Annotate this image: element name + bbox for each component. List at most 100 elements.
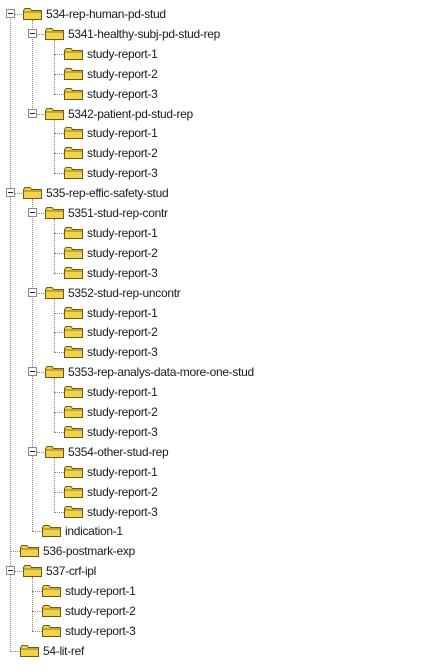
collapse-toggle-icon[interactable]	[28, 367, 37, 377]
tree-node-study-report-1[interactable]: study-report-1	[0, 384, 425, 400]
tree-node-label[interactable]: study-report-1	[87, 47, 158, 62]
tree-node-label[interactable]: 5351-stud-rep-contr	[68, 206, 168, 221]
folder-icon	[64, 87, 83, 100]
folder-icon	[64, 127, 83, 140]
folder-icon	[45, 445, 64, 458]
tree-node-study-report-1[interactable]: study-report-1	[0, 583, 425, 599]
folder-icon	[64, 386, 83, 399]
folder-icon	[64, 406, 83, 418]
tree-node-study-report-3[interactable]: study-report-3	[0, 424, 425, 440]
folder-icon	[23, 187, 42, 200]
tree-node-label[interactable]: study-report-3	[87, 505, 158, 520]
collapse-toggle-icon[interactable]	[28, 28, 37, 38]
folder-icon	[64, 485, 83, 498]
tree-node-label[interactable]: indication-1	[65, 524, 123, 539]
tree-node-label[interactable]: 537-crf-ipl	[46, 564, 96, 579]
tree-node-label[interactable]: 5354-other-stud-rep	[68, 445, 169, 460]
tree-node-study-report-3[interactable]: study-report-3	[0, 86, 425, 102]
tree-node-label[interactable]: study-report-1	[87, 126, 158, 141]
tree-node-label[interactable]: study-report-2	[87, 146, 158, 161]
folder-icon	[64, 167, 83, 180]
tree-node-label[interactable]: study-report-1	[87, 465, 158, 480]
tree-node-label[interactable]: 5341-healthy-subj-pd-stud-rep	[68, 27, 220, 42]
tree-node-label[interactable]: study-report-2	[65, 604, 136, 619]
tree-node-5342-patient-pd-stud-rep[interactable]: 5342-patient-pd-stud-rep	[0, 106, 425, 122]
folder-icon	[45, 286, 64, 299]
tree-node-label[interactable]: study-report-3	[65, 624, 136, 639]
collapse-toggle-icon[interactable]	[28, 208, 37, 217]
folder-tree: 534-rep-human-pd-stud 5341-healthy-subj-p…	[0, 0, 425, 672]
folder-icon	[64, 425, 83, 438]
tree-node-label[interactable]: study-report-2	[87, 485, 158, 500]
collapse-toggle-icon[interactable]	[28, 446, 37, 456]
folder-icon	[64, 67, 83, 80]
tree-node-study-report-1[interactable]: study-report-1	[0, 464, 425, 480]
tree-node-label[interactable]: study-report-1	[87, 385, 158, 400]
tree-node-study-report-1[interactable]: study-report-1	[0, 125, 425, 141]
tree-node-label[interactable]: study-report-2	[87, 67, 158, 82]
tree-node-536-postmark-exp[interactable]: 536-postmark-exp	[0, 543, 425, 559]
tree-node-study-report-3[interactable]: study-report-3	[0, 165, 425, 181]
tree-node-label[interactable]: 54-lit-ref	[43, 644, 84, 659]
tree-node-study-report-3[interactable]: study-report-3	[0, 344, 425, 360]
tree-node-label[interactable]: study-report-3	[87, 87, 158, 102]
tree-node-5341-healthy-subj-pd-stud-rep[interactable]: 5341-healthy-subj-pd-stud-rep	[0, 26, 425, 42]
tree-node-label[interactable]: study-report-3	[87, 425, 158, 440]
folder-icon	[20, 644, 39, 657]
tree-node-label[interactable]: 5352-stud-rep-uncontr	[68, 286, 181, 301]
folder-icon	[45, 27, 64, 40]
tree-node-label[interactable]: study-report-2	[87, 405, 158, 420]
tree-node-label[interactable]: study-report-3	[87, 345, 158, 360]
tree-node-study-report-1[interactable]: study-report-1	[0, 305, 425, 321]
folder-icon	[45, 366, 64, 379]
tree-node-5351-stud-rep-contr[interactable]: 5351-stud-rep-contr	[0, 205, 425, 221]
tree-node-study-report-2[interactable]: study-report-2	[0, 484, 425, 500]
tree-node-study-report-1[interactable]: study-report-1	[0, 46, 425, 62]
tree-node-label[interactable]: 536-postmark-exp	[43, 544, 135, 559]
collapse-toggle-icon[interactable]	[6, 9, 15, 18]
folder-icon	[42, 605, 61, 617]
tree-node-label[interactable]: study-report-2	[87, 246, 158, 261]
collapse-toggle-icon[interactable]	[6, 566, 15, 576]
tree-node-537-crf-ipl[interactable]: 537-crf-ipl	[0, 563, 425, 579]
tree-node-study-report-2[interactable]: study-report-2	[0, 245, 425, 261]
tree-node-label[interactable]: study-report-1	[65, 584, 136, 599]
collapse-toggle-icon[interactable]	[6, 188, 15, 198]
tree-node-label[interactable]: 5353-rep-analys-data-more-one-stud	[68, 365, 254, 380]
tree-node-study-report-3[interactable]: study-report-3	[0, 504, 425, 520]
tree-node-label[interactable]: study-report-3	[87, 166, 158, 181]
tree-node-5353-rep-analys-data-more-one-stud[interactable]: 5353-rep-analys-data-more-one-stud	[0, 364, 425, 380]
folder-icon	[64, 505, 83, 518]
tree-node-study-report-2[interactable]: study-report-2	[0, 145, 425, 161]
tree-node-label[interactable]: 534-rep-human-pd-stud	[46, 7, 166, 22]
folder-icon	[64, 147, 83, 160]
tree-node-study-report-2[interactable]: study-report-2	[0, 66, 425, 82]
tree-node-5354-other-stud-rep[interactable]: 5354-other-stud-rep	[0, 444, 425, 460]
collapse-toggle-icon[interactable]	[28, 108, 37, 118]
tree-node-label[interactable]: study-report-1	[87, 306, 158, 321]
tree-node-5352-stud-rep-uncontr[interactable]: 5352-stud-rep-uncontr	[0, 285, 425, 301]
folder-icon	[45, 207, 64, 219]
tree-node-study-report-2[interactable]: study-report-2	[0, 404, 425, 420]
tree-node-study-report-3[interactable]: study-report-3	[0, 623, 425, 639]
folder-icon	[42, 585, 61, 598]
folder-icon	[42, 525, 61, 538]
tree-node-label[interactable]: 535-rep-effic-safety-stud	[46, 186, 169, 201]
tree-node-534-rep-human-pd-stud[interactable]: 534-rep-human-pd-stud	[0, 6, 425, 22]
tree-node-label[interactable]: study-report-1	[87, 226, 158, 241]
folder-icon	[42, 624, 61, 637]
tree-node-indication-1[interactable]: indication-1	[0, 523, 425, 539]
tree-node-54-lit-ref[interactable]: 54-lit-ref	[0, 643, 425, 659]
folder-icon	[64, 266, 83, 279]
tree-node-study-report-3[interactable]: study-report-3	[0, 265, 425, 281]
folder-icon	[64, 246, 83, 259]
tree-node-study-report-2[interactable]: study-report-2	[0, 324, 425, 340]
folder-icon	[64, 346, 83, 359]
tree-node-label[interactable]: study-report-3	[87, 266, 158, 281]
tree-node-study-report-2[interactable]: study-report-2	[0, 603, 425, 619]
tree-node-label[interactable]: 5342-patient-pd-stud-rep	[68, 107, 193, 122]
tree-node-label[interactable]: study-report-2	[87, 325, 158, 340]
tree-node-study-report-1[interactable]: study-report-1	[0, 225, 425, 241]
collapse-toggle-icon[interactable]	[28, 287, 37, 297]
tree-node-535-rep-effic-safety-stud[interactable]: 535-rep-effic-safety-stud	[0, 185, 425, 201]
